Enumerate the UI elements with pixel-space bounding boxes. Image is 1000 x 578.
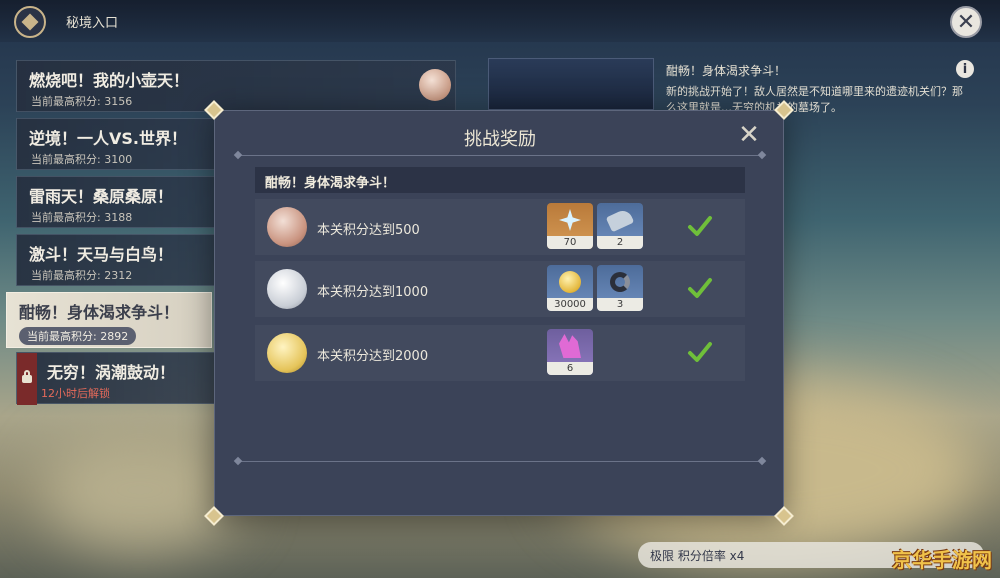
close-icon: ✕ <box>956 9 976 35</box>
divider <box>239 461 761 462</box>
reward-item[interactable]: 2 <box>597 203 643 249</box>
reward-item[interactable]: 3 <box>597 265 643 311</box>
item-quantity: 70 <box>547 236 593 249</box>
gold-medal-icon <box>267 333 307 373</box>
score-multiplier-label: 极限 积分倍率 x4 <box>650 549 745 563</box>
reward-requirement: 本关积分达到2000 <box>317 349 429 364</box>
mora-coin-icon <box>559 271 581 293</box>
reward-item[interactable]: 70 <box>547 203 593 249</box>
level-score: 当前最高积分: 3156 <box>31 95 133 108</box>
section-title: 酣畅！身体渴求争斗！ <box>265 176 396 191</box>
reward-item[interactable]: 30000 <box>547 265 593 311</box>
item-quantity: 3 <box>597 298 643 311</box>
reward-requirement: 本关积分达到500 <box>317 223 420 238</box>
level-score: 当前最高积分: 3100 <box>31 153 133 166</box>
page-title: 秘境入口 <box>66 16 119 31</box>
modal-title: 挑战奖励 <box>464 129 536 150</box>
top-bar: 秘境入口 ✕ <box>0 0 1000 42</box>
check-icon <box>688 216 712 236</box>
level-item-locked[interactable]: 无穷！涡潮鼓动！ 12小时后解锁 <box>16 352 216 405</box>
back-button[interactable] <box>14 6 46 38</box>
reward-item[interactable]: 6 <box>547 329 593 375</box>
lock-icon <box>22 370 32 383</box>
item-quantity: 2 <box>597 236 643 249</box>
bronze-medal-icon <box>419 69 451 101</box>
section-header: 酣畅！身体渴求争斗！ <box>255 167 745 193</box>
swirl-material-icon <box>610 272 630 292</box>
bronze-medal-icon <box>267 207 307 247</box>
diamond-icon <box>21 13 39 31</box>
silver-medal-icon <box>267 269 307 309</box>
level-preview-image <box>488 58 654 110</box>
lock-strip <box>17 353 37 405</box>
level-name: 无穷！涡潮鼓动！ <box>47 363 176 382</box>
info-icon[interactable]: i <box>956 60 974 78</box>
reward-modal: 挑战奖励 ✕ 酣畅！身体渴求争斗！ 本关积分达到500 70 2 本关积分达到1… <box>204 100 794 526</box>
reward-row: 本关积分达到500 70 2 <box>255 199 745 255</box>
background-scene-glow <box>40 430 240 550</box>
level-name: 逆境！一人VS.世界！ <box>29 129 187 148</box>
level-name: 雷雨天！桑原桑原！ <box>29 187 174 206</box>
item-quantity: 30000 <box>547 298 593 311</box>
level-item[interactable]: 逆境！一人VS.世界！ 当前最高积分: 3100 <box>16 118 216 170</box>
close-button[interactable]: ✕ <box>950 6 982 38</box>
level-name: 激斗！天马与白鸟！ <box>29 245 174 264</box>
unlock-timer: 12小时后解锁 <box>41 387 110 400</box>
gauntlet-icon <box>605 207 635 233</box>
close-icon: ✕ <box>738 120 760 150</box>
level-score: 当前最高积分: 2312 <box>31 269 133 282</box>
level-item-selected[interactable]: 酣畅！身体渴求争斗！ 当前最高积分: 2892 <box>6 292 212 348</box>
watermark: 京华手游网 <box>892 548 992 572</box>
level-name: 酣畅！身体渴求争斗！ <box>19 303 180 322</box>
detail-title: 酣畅！身体渴求争斗！ <box>666 64 787 78</box>
reward-row: 本关积分达到2000 6 <box>255 325 745 381</box>
level-item[interactable]: 燃烧吧！我的小壶天！ 当前最高积分: 3156 <box>16 60 456 112</box>
check-icon <box>688 342 712 362</box>
crystal-icon <box>559 334 581 358</box>
reward-row: 本关积分达到1000 30000 3 <box>255 261 745 317</box>
item-quantity: 6 <box>547 362 593 375</box>
level-name: 燃烧吧！我的小壶天！ <box>29 71 190 90</box>
reward-requirement: 本关积分达到1000 <box>317 285 429 300</box>
level-score: 当前最高积分: 3188 <box>31 211 133 224</box>
divider <box>239 155 761 156</box>
level-item[interactable]: 雷雨天！桑原桑原！ 当前最高积分: 3188 <box>16 176 216 228</box>
check-icon <box>688 278 712 298</box>
primogem-icon <box>559 209 581 231</box>
level-item[interactable]: 激斗！天马与白鸟！ 当前最高积分: 2312 <box>16 234 216 286</box>
modal-close-button[interactable]: ✕ <box>737 120 761 150</box>
level-score: 当前最高积分: 2892 <box>19 327 137 345</box>
